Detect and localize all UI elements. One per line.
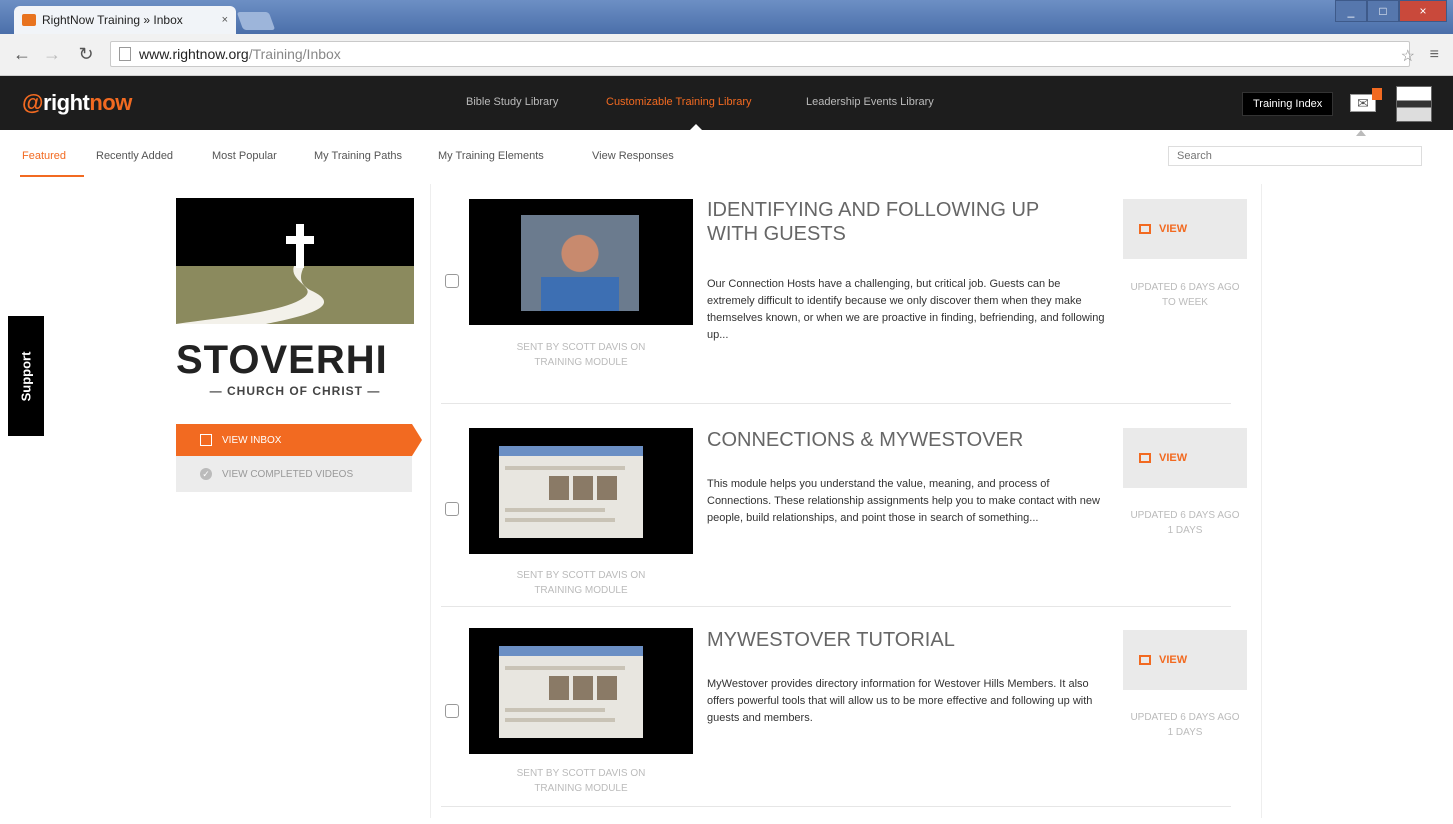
subnav-my-training-paths[interactable]: My Training Paths bbox=[314, 150, 402, 162]
item-status: UPDATED 6 DAYS AGO 1 DAYS bbox=[1130, 712, 1240, 738]
avatar-caret-icon bbox=[1356, 130, 1366, 136]
item-meta: SENT BY SCOTT DAVIS ON TRAINING MODULE bbox=[516, 768, 646, 794]
subnav-my-training-elements[interactable]: My Training Elements bbox=[438, 150, 544, 162]
list-item: SENT BY SCOTT DAVIS ON TRAINING MODULE I… bbox=[431, 184, 1261, 404]
minimize-button[interactable]: _ bbox=[1335, 0, 1367, 22]
subnav-active-underline bbox=[20, 175, 84, 177]
bookmark-star-icon[interactable]: ☆ bbox=[1401, 46, 1415, 66]
view-icon bbox=[1139, 224, 1151, 234]
subnav-recently-added[interactable]: Recently Added bbox=[96, 150, 173, 162]
view-button[interactable]: VIEW bbox=[1123, 630, 1247, 690]
url-domain: www.rightnow.org bbox=[139, 46, 249, 62]
church-logo: STOVERHI — CHURCH OF CHRIST — bbox=[176, 198, 414, 410]
browser-menu-icon[interactable]: ≡ bbox=[1430, 46, 1439, 64]
browser-tab[interactable]: RightNow Training » Inbox × bbox=[14, 6, 236, 34]
view-completed-label: VIEW COMPLETED VIDEOS bbox=[222, 468, 354, 480]
close-window-button[interactable]: × bbox=[1399, 0, 1447, 22]
reload-icon[interactable]: ↻ bbox=[74, 42, 98, 66]
support-tab[interactable]: Support bbox=[8, 316, 44, 436]
divider bbox=[441, 606, 1231, 607]
forward-arrow-icon[interactable]: → bbox=[40, 42, 64, 66]
active-pointer bbox=[412, 424, 422, 456]
item-title[interactable]: IDENTIFYING AND FOLLOWING UP WITH GUESTS bbox=[707, 198, 1067, 246]
divider bbox=[441, 806, 1231, 807]
new-tab-button[interactable] bbox=[236, 12, 276, 30]
item-title[interactable]: CONNECTIONS & MYWESTOVER bbox=[707, 428, 1067, 452]
item-meta: SENT BY SCOTT DAVIS ON TRAINING MODULE bbox=[516, 342, 646, 368]
window-controls: _ □ × bbox=[1335, 0, 1447, 22]
nav-leadership-events-library[interactable]: Leadership Events Library bbox=[806, 96, 934, 108]
subnav-featured[interactable]: Featured bbox=[22, 150, 66, 162]
favicon-icon bbox=[22, 14, 36, 26]
search-input[interactable] bbox=[1168, 146, 1422, 166]
organization-select[interactable]: Training Index bbox=[1242, 92, 1334, 116]
view-icon bbox=[1139, 453, 1151, 463]
tab-title: RightNow Training » Inbox bbox=[42, 13, 183, 27]
video-thumbnail[interactable] bbox=[469, 428, 693, 554]
url-path: /Training/Inbox bbox=[248, 46, 341, 62]
list-item: SENT BY SCOTT DAVIS ON TRAINING MODULE C… bbox=[431, 412, 1261, 622]
training-list: SENT BY SCOTT DAVIS ON TRAINING MODULE I… bbox=[430, 184, 1262, 818]
item-status: UPDATED 6 DAYS AGO TO WEEK bbox=[1130, 282, 1240, 308]
site-navbar: @rightnow Bible Study Library Customizab… bbox=[0, 76, 1453, 130]
list-item: SENT BY SCOTT DAVIS ON TRAINING MODULE M… bbox=[431, 614, 1261, 824]
page-icon bbox=[119, 47, 131, 61]
item-description: This module helps you understand the val… bbox=[707, 478, 1100, 524]
item-title[interactable]: MYWESTOVER TUTORIAL bbox=[707, 628, 1067, 652]
avatar[interactable] bbox=[1396, 86, 1432, 122]
subnav-view-responses[interactable]: View Responses bbox=[592, 150, 674, 162]
maximize-button[interactable]: □ bbox=[1367, 0, 1399, 22]
notification-badge bbox=[1372, 88, 1382, 100]
inbox-icon bbox=[200, 434, 212, 446]
select-checkbox[interactable] bbox=[445, 704, 459, 718]
view-button[interactable]: VIEW bbox=[1123, 428, 1247, 488]
item-meta: SENT BY SCOTT DAVIS ON TRAINING MODULE bbox=[516, 570, 646, 596]
view-icon bbox=[1139, 655, 1151, 665]
address-bar[interactable]: www.rightnow.org /Training/Inbox bbox=[110, 41, 1410, 67]
view-inbox-button[interactable]: VIEW INBOX bbox=[176, 424, 412, 456]
nav-customizable-training-library[interactable]: Customizable Training Library bbox=[606, 96, 752, 108]
video-thumbnail[interactable] bbox=[469, 628, 693, 754]
view-completed-button[interactable]: ✓ VIEW COMPLETED VIDEOS bbox=[176, 456, 412, 492]
back-arrow-icon[interactable]: ← bbox=[10, 42, 34, 66]
active-nav-indicator bbox=[690, 124, 702, 130]
video-thumbnail[interactable] bbox=[469, 199, 693, 325]
item-description: Our Connection Hosts have a challenging,… bbox=[707, 278, 1105, 341]
subnav-most-popular[interactable]: Most Popular bbox=[212, 150, 277, 162]
select-checkbox[interactable] bbox=[445, 274, 459, 288]
nav-bible-study-library[interactable]: Bible Study Library bbox=[466, 96, 558, 108]
view-button[interactable]: VIEW bbox=[1123, 199, 1247, 259]
support-label: Support bbox=[18, 351, 34, 401]
item-status: UPDATED 6 DAYS AGO 1 DAYS bbox=[1130, 510, 1240, 536]
tab-close-icon[interactable]: × bbox=[222, 14, 228, 26]
check-circle-icon: ✓ bbox=[200, 468, 212, 480]
rightnow-logo[interactable]: @rightnow bbox=[22, 90, 132, 116]
select-checkbox[interactable] bbox=[445, 502, 459, 516]
view-inbox-label: VIEW INBOX bbox=[222, 434, 282, 446]
item-description: MyWestover provides directory informatio… bbox=[707, 678, 1093, 724]
browser-toolbar: ← → ↻ www.rightnow.org /Training/Inbox ☆… bbox=[0, 34, 1453, 76]
divider bbox=[441, 403, 1231, 404]
